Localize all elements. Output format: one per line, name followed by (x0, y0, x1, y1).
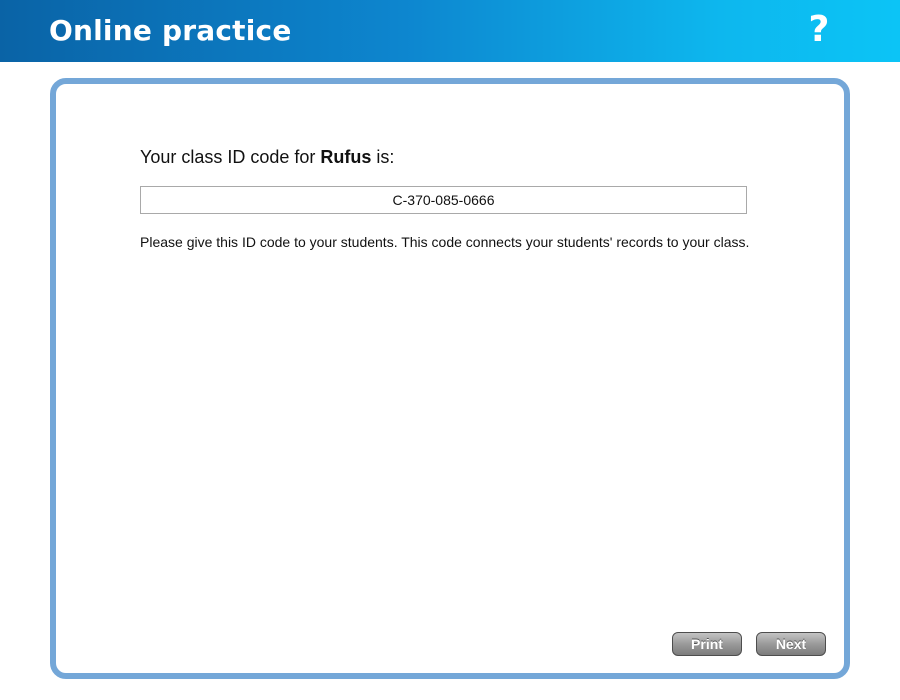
class-name: Rufus (320, 147, 372, 167)
main-panel: Your class ID code for Rufus is: C-370-0… (50, 78, 850, 679)
print-button[interactable]: Print (672, 632, 742, 656)
app-header: Online practice ? (0, 0, 900, 62)
next-button[interactable]: Next (756, 632, 826, 656)
class-id-prompt: Your class ID code for Rufus is: (140, 146, 394, 168)
app-title: Online practice (49, 14, 292, 47)
prompt-prefix: Your class ID code for (140, 147, 321, 167)
help-icon[interactable]: ? (804, 10, 834, 50)
prompt-suffix: is: (371, 147, 395, 167)
class-id-code-field[interactable]: C-370-085-0666 (140, 186, 747, 214)
info-text: Please give this ID code to your student… (140, 234, 750, 250)
